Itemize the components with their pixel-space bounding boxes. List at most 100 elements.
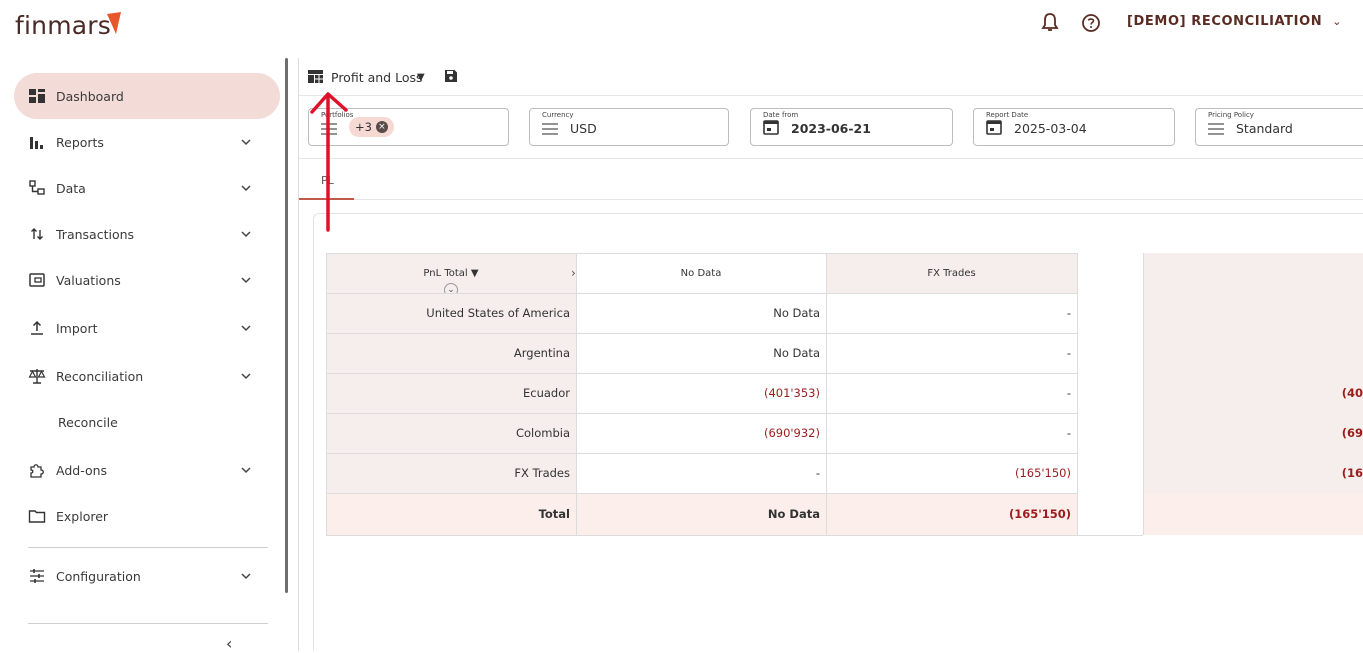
main-content: Profit and Loss ▼ Portfolios +3 × Curren… <box>299 58 1363 651</box>
grid-line <box>826 253 827 535</box>
grid-line <box>326 253 1077 254</box>
table-cell: - <box>576 453 826 493</box>
sidebar-separator <box>28 623 268 624</box>
chevron-down-icon <box>241 277 251 284</box>
table-cell: - <box>826 293 1077 333</box>
table-row-label: United States of America <box>326 293 576 333</box>
total-row-label: Total <box>326 493 576 535</box>
sidebar-item-label: Add-ons <box>56 462 108 478</box>
sidebar-item-valuations[interactable]: Valuations <box>14 257 280 303</box>
sidebar-separator <box>28 547 268 548</box>
close-icon[interactable]: × <box>375 121 388 133</box>
bar-chart-icon <box>30 137 43 149</box>
chevron-down-icon <box>241 325 251 332</box>
bell-icon[interactable] <box>1040 12 1060 34</box>
table-cell: - <box>826 373 1077 413</box>
collapse-sidebar-button[interactable]: ‹ <box>226 634 232 653</box>
grid-line <box>326 293 1077 294</box>
wallet-icon <box>29 273 45 287</box>
row-group-header-label: PnL Total ▼ <box>423 267 479 279</box>
grid-line <box>326 453 1077 454</box>
grid-line <box>1077 253 1078 535</box>
sidebar-item-transactions[interactable]: Transactions <box>14 211 280 257</box>
column-header[interactable]: No Data <box>576 253 826 293</box>
table-cell: - <box>826 333 1077 373</box>
pricing-policy-value: Standard <box>1236 121 1293 136</box>
help-icon[interactable] <box>1080 12 1102 34</box>
sidebar-item-label: Import <box>56 320 98 336</box>
table-cell <box>1143 293 1363 333</box>
table-row-label: FX Trades <box>326 453 576 493</box>
balance-scale-icon <box>28 369 46 384</box>
grid-line <box>576 253 577 535</box>
report-tabs: PL <box>299 160 1363 200</box>
column-header <box>1143 253 1363 293</box>
table-cell: (690'932) <box>576 413 826 453</box>
sidebar-item-dashboard[interactable]: Dashboard <box>14 73 280 119</box>
date-from-value: 2023-06-21 <box>791 121 871 136</box>
report-date-value: 2025-03-04 <box>1014 121 1087 136</box>
chevron-down-icon <box>241 185 251 192</box>
sidebar-item-configuration[interactable]: Configuration <box>14 553 280 599</box>
table-row-label: Argentina <box>326 333 576 373</box>
table-cell: (16 <box>1143 453 1363 493</box>
save-icon[interactable] <box>445 70 457 82</box>
sidebar-item-label: Configuration <box>56 568 141 584</box>
chevron-down-icon <box>241 373 251 380</box>
grid-line <box>326 413 1077 414</box>
table-cell: No Data <box>576 333 826 373</box>
pricing-policy-field[interactable]: Pricing Policy Standard <box>1195 108 1363 146</box>
chevron-down-icon <box>241 139 251 146</box>
settings-sliders-icon <box>30 569 44 583</box>
upload-icon <box>31 320 43 335</box>
grid-line <box>326 333 1077 334</box>
app-logo[interactable]: finmars <box>15 11 111 40</box>
date-from-field[interactable]: Date from 2023-06-21 <box>750 108 953 146</box>
calendar-icon[interactable] <box>986 119 1002 135</box>
chevron-down-icon <box>241 231 251 238</box>
sidebar-item-label: Dashboard <box>56 88 124 104</box>
menu-lines-icon <box>1208 123 1224 135</box>
column-header[interactable]: FX Trades <box>826 253 1077 293</box>
table-cell: (40 <box>1143 373 1363 413</box>
sidebar-scrollbar[interactable] <box>285 58 288 593</box>
sidebar-item-reports[interactable]: Reports <box>14 119 280 165</box>
grid-line <box>326 493 1077 494</box>
table-row-label: Ecuador <box>326 373 576 413</box>
sidebar-item-label: Data <box>56 180 86 196</box>
sidebar-item-add-ons[interactable]: Add-ons <box>14 447 280 493</box>
grid-line <box>326 535 1143 536</box>
total-cell: No Data <box>576 493 826 535</box>
menu-lines-icon <box>542 123 558 135</box>
sidebar-item-explorer[interactable]: Explorer <box>14 493 280 539</box>
sidebar-item-data[interactable]: Data <box>14 165 280 211</box>
total-cell: (165'150) <box>826 493 1077 535</box>
table-cell: (401'353) <box>576 373 826 413</box>
sidebar-item-label: Valuations <box>56 272 121 288</box>
report-date-field[interactable]: Report Date 2025-03-04 <box>973 108 1175 146</box>
chevron-down-icon <box>241 467 251 474</box>
sidebar-item-label: Reconciliation <box>56 368 144 384</box>
top-bar: finmars [DEMO] RECONCILIATION ⌄ <box>0 0 1363 58</box>
data-tree-icon <box>29 180 45 195</box>
dashboard-icon <box>29 89 45 103</box>
table-cell <box>1143 333 1363 373</box>
sidebar-item-reconciliation[interactable]: Reconciliation <box>14 353 280 399</box>
layout-toolbar: Profit and Loss ▼ <box>299 58 1363 96</box>
workspace-selector[interactable]: [DEMO] RECONCILIATION ⌄ <box>1127 14 1342 29</box>
annotation-arrow-icon <box>310 92 348 232</box>
currency-field[interactable]: Currency USD <box>529 108 729 146</box>
table-cell: No Data <box>576 293 826 333</box>
transactions-arrows-icon <box>31 228 43 240</box>
sidebar-item-label: Explorer <box>56 508 109 524</box>
sidebar-subitem-reconcile[interactable]: Reconcile <box>58 415 118 430</box>
caret-down-icon[interactable]: ▼ <box>417 72 425 83</box>
logo-mark-icon <box>107 12 121 34</box>
grid-line <box>326 253 327 535</box>
field-label: Currency <box>540 111 576 119</box>
table-cell: (69 <box>1143 413 1363 453</box>
calendar-icon[interactable] <box>763 119 779 135</box>
sidebar-item-import[interactable]: Import <box>14 305 280 351</box>
grid-line <box>1143 253 1144 535</box>
field-label: Pricing Policy <box>1206 111 1256 119</box>
